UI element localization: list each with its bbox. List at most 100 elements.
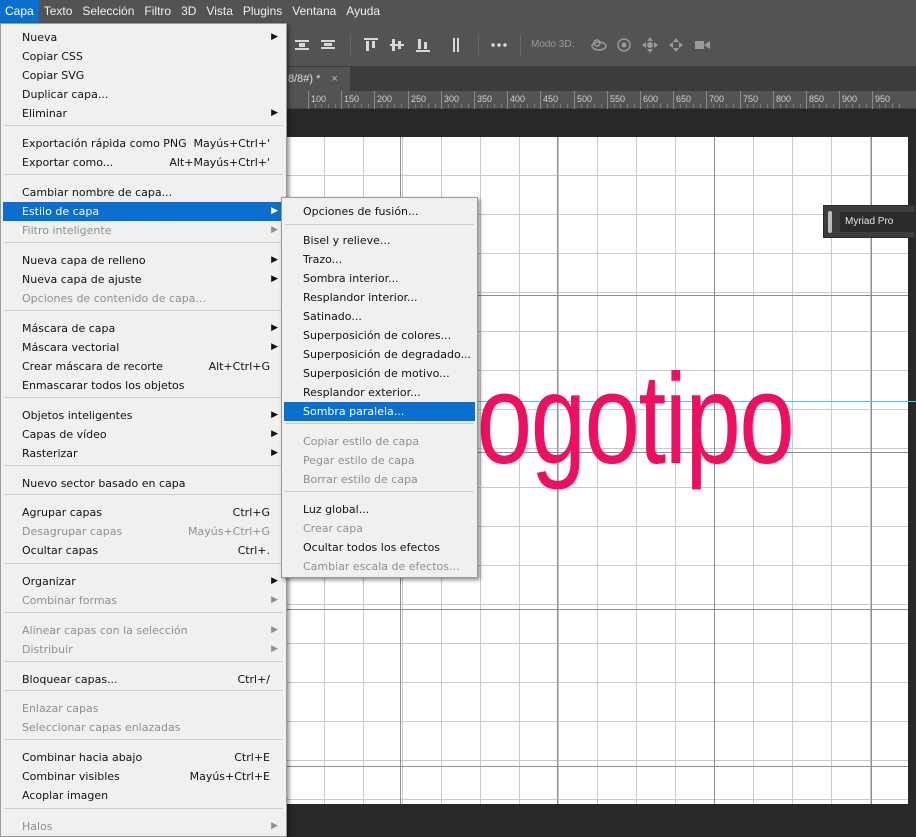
ruler-minor-tick	[368, 104, 369, 108]
distribute-horizontal-icon[interactable]	[292, 35, 312, 55]
menu-item-distribuir[interactable]: Distribuir ▶	[3, 640, 284, 659]
menu-item-resplandor-exterior[interactable]: Resplandor exterior...	[284, 383, 475, 402]
menu-item-nueva[interactable]: Nueva ▶	[3, 28, 284, 47]
menu-item-pegar-estilo-de-capa[interactable]: Pegar estilo de capa	[284, 451, 475, 470]
menu-texto[interactable]: Texto	[39, 0, 78, 23]
menu-item-cambiar-nombre-de-capa[interactable]: Cambiar nombre de capa...	[3, 183, 284, 202]
logo-text-layer[interactable]: logotipo	[456, 356, 795, 484]
menu-item-opciones-de-fusion[interactable]: Opciones de fusión...	[284, 202, 475, 221]
close-icon[interactable]: ×	[331, 73, 337, 85]
menu-item-sombra-interior[interactable]: Sombra interior...	[284, 269, 475, 288]
menu-seleccion[interactable]: Selección	[77, 0, 139, 23]
menu-item-organizar[interactable]: Organizar ▶	[3, 572, 284, 591]
menu-item-luz-global[interactable]: Luz global...	[284, 500, 475, 519]
ruler-minor-tick	[401, 104, 402, 108]
menu-item-nueva-capa-de-ajuste[interactable]: Nueva capa de ajuste ▶	[3, 270, 284, 289]
ruler-minor-tick	[381, 104, 382, 108]
menu-item-crear-mascara-de-recorte[interactable]: Crear máscara de recorte Alt+Ctrl+G	[3, 357, 284, 376]
ruler-tick	[607, 91, 608, 109]
ruler-minor-tick	[461, 104, 462, 108]
menu-item-ocultar-capas[interactable]: Ocultar capas Ctrl+.	[3, 541, 284, 560]
menu-item-satinado[interactable]: Satinado...	[284, 307, 475, 326]
menu-item-rasterizar[interactable]: Rasterizar ▶	[3, 444, 284, 463]
menu-item-sombra-paralela[interactable]: Sombra paralela...	[284, 402, 475, 421]
menu-item-label: Bloquear capas...	[22, 673, 118, 686]
menu-capa[interactable]: Capa	[0, 0, 39, 23]
menu-ayuda[interactable]: Ayuda	[341, 0, 385, 23]
menu-item-duplicar-capa[interactable]: Duplicar capa...	[3, 85, 284, 104]
camera-3d-icon[interactable]	[692, 35, 712, 55]
menu-item-combinar-visibles[interactable]: Combinar visibles Mayús+Ctrl+E	[3, 767, 284, 786]
menu-item-crear-capa[interactable]: Crear capa	[284, 519, 475, 538]
menu-item-eliminar[interactable]: Eliminar ▶	[3, 104, 284, 123]
menu-item-bloquear-capas[interactable]: Bloquear capas... Ctrl+/	[3, 670, 284, 689]
menu-item-combinar-formas[interactable]: Combinar formas ▶	[3, 591, 284, 610]
menu-item-capas-de-video[interactable]: Capas de vídeo ▶	[3, 425, 284, 444]
menu-item-borrar-estilo-de-capa[interactable]: Borrar estilo de capa	[284, 470, 475, 489]
menu-item-alinear-capas-con-la-seleccion[interactable]: Alinear capas con la selección ▶	[3, 621, 284, 640]
roll-3d-icon[interactable]	[614, 35, 634, 55]
menu-item-exportacion-rapida-como-png[interactable]: Exportación rápida como PNG Mayús+Ctrl+'	[3, 134, 284, 153]
align-bottom-icon[interactable]	[413, 35, 433, 55]
menu-item-seleccionar-capas-enlazadas[interactable]: Seleccionar capas enlazadas	[3, 718, 284, 737]
menu-item-label: Distribuir	[22, 643, 73, 656]
menu-item-enmascarar-todos-los-objetos[interactable]: Enmascarar todos los objetos	[3, 376, 284, 395]
menu-item-mascara-de-capa[interactable]: Máscara de capa ▶	[3, 319, 284, 338]
menu-item-resplandor-interior[interactable]: Resplandor interior...	[284, 288, 475, 307]
font-family-field[interactable]: Myriad Pro	[840, 212, 916, 232]
menu-item-superposicion-de-colores[interactable]: Superposición de colores...	[284, 326, 475, 345]
menu-item-label: Rasterizar	[22, 447, 78, 460]
more-options-icon[interactable]	[489, 35, 509, 55]
menu-ventana[interactable]: Ventana	[287, 0, 341, 23]
menu-item-copiar-estilo-de-capa[interactable]: Copiar estilo de capa	[284, 432, 475, 451]
menu-item-trazo[interactable]: Trazo...	[284, 250, 475, 269]
align-left-icon[interactable]	[448, 35, 468, 55]
align-top-icon[interactable]	[361, 35, 381, 55]
menu-item-desagrupar-capas[interactable]: Desagrupar capas Mayús+Ctrl+G	[3, 522, 284, 541]
submenu-arrow-icon: ▶	[271, 274, 278, 284]
align-vertical-center-icon[interactable]	[387, 35, 407, 55]
menu-separator	[4, 739, 283, 740]
ruler-tick	[706, 91, 707, 109]
menu-item-copiar-svg[interactable]: Copiar SVG	[3, 66, 284, 85]
menu-vista[interactable]: Vista	[201, 0, 237, 23]
menu-item-copiar-css[interactable]: Copiar CSS	[3, 47, 284, 66]
pan-3d-icon[interactable]	[640, 35, 660, 55]
menu-item-cambiar-escala-de-efectos[interactable]: Cambiar escala de efectos...	[284, 557, 475, 576]
submenu-arrow-icon: ▶	[271, 255, 278, 265]
menu-item-ocultar-todos-los-efectos[interactable]: Ocultar todos los efectos	[284, 538, 475, 557]
menu-item-combinar-hacia-abajo[interactable]: Combinar hacia abajo Ctrl+E	[3, 748, 284, 767]
orbit-3d-icon[interactable]	[589, 35, 609, 55]
menu-3d[interactable]: 3D	[176, 0, 201, 23]
menu-item-objetos-inteligentes[interactable]: Objetos inteligentes ▶	[3, 406, 284, 425]
align-center-icon[interactable]	[318, 35, 338, 55]
menu-separator	[285, 491, 474, 492]
ruler-minor-tick	[394, 104, 395, 108]
menu-item-halos[interactable]: Halos ▶	[3, 817, 284, 836]
ruler-minor-tick	[786, 104, 787, 108]
menu-item-nueva-capa-de-relleno[interactable]: Nueva capa de relleno ▶	[3, 251, 284, 270]
ruler-minor-tick	[435, 104, 436, 108]
menu-item-filtro-inteligente[interactable]: Filtro inteligente ▶	[3, 221, 284, 240]
menu-item-estilo-de-capa[interactable]: Estilo de capa ▶	[3, 202, 284, 221]
menu-item-acoplar-imagen[interactable]: Acoplar imagen	[3, 786, 284, 805]
menu-item-label: Resplandor exterior...	[303, 386, 421, 399]
menu-plugins[interactable]: Plugins	[238, 0, 287, 23]
menu-item-agrupar-capas[interactable]: Agrupar capas Ctrl+G	[3, 503, 284, 522]
menu-item-mascara-vectorial[interactable]: Máscara vectorial ▶	[3, 338, 284, 357]
menu-item-enlazar-capas[interactable]: Enlazar capas	[3, 699, 284, 718]
menu-item-nuevo-sector-basado-en-capa[interactable]: Nuevo sector basado en capa	[3, 474, 284, 493]
ruler-label: 750	[743, 94, 759, 104]
submenu-arrow-icon: ▶	[271, 448, 278, 458]
menu-item-superposicion-de-motivo[interactable]: Superposición de motivo...	[284, 364, 475, 383]
menu-item-label: Combinar formas	[22, 594, 118, 607]
ruler-minor-tick	[760, 104, 761, 108]
slide-3d-icon[interactable]	[666, 35, 686, 55]
menu-filtro[interactable]: Filtro	[139, 0, 176, 23]
panel-grip[interactable]	[828, 211, 832, 233]
menu-item-superposicion-de-degradado[interactable]: Superposición de degradado...	[284, 345, 475, 364]
menu-item-bisel-y-relieve[interactable]: Bisel y relieve...	[284, 231, 475, 250]
ruler-minor-tick	[415, 104, 416, 108]
menu-item-exportar-como[interactable]: Exportar como... Alt+Mayús+Ctrl+'	[3, 153, 284, 172]
menu-item-opciones-de-contenido-de-capa[interactable]: Opciones de contenido de capa...	[3, 289, 284, 308]
